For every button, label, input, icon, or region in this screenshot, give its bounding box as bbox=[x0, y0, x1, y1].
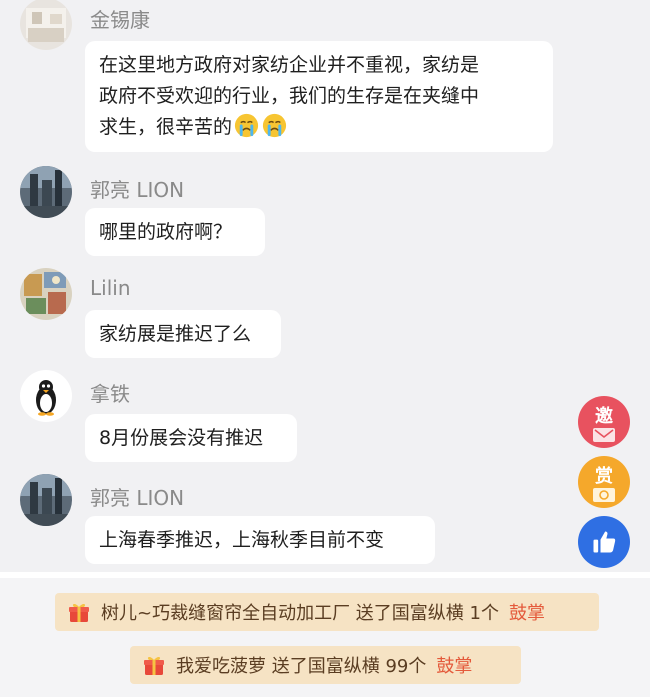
invite-envelope-icon bbox=[593, 428, 615, 442]
gift-notification: 树儿~巧裁缝窗帘全自动加工厂 送了国富纵横 1个 鼓掌 bbox=[55, 593, 599, 631]
avatar-image bbox=[20, 166, 72, 218]
message-bubble[interactable]: 家纺展是推迟了么 bbox=[85, 310, 281, 358]
gift-box-icon bbox=[69, 603, 89, 622]
message-text: 在这里地方政府对家纺企业并不重视，家纺是 bbox=[99, 54, 480, 76]
chat-area[interactable]: 金锡康 在这里地方政府对家纺企业并不重视，家纺是 政府不受欢迎的行业，我们的生存… bbox=[0, 0, 650, 572]
divider bbox=[0, 572, 650, 578]
gift-box-icon bbox=[144, 656, 164, 675]
message-text: 家纺展是推迟了么 bbox=[99, 323, 252, 345]
gift-text: 树儿~巧裁缝窗帘全自动加工厂 送了国富纵横 1个 bbox=[101, 603, 499, 624]
avatar[interactable] bbox=[20, 0, 72, 50]
username: Lilin bbox=[90, 276, 131, 300]
message-text: 哪里的政府啊？ bbox=[99, 221, 233, 243]
message-text: 求生，很辛苦的 bbox=[99, 116, 233, 138]
crying-face-icon bbox=[234, 113, 259, 138]
avatar-image bbox=[20, 474, 72, 526]
thumbs-up-icon bbox=[593, 531, 616, 553]
username: 拿铁 bbox=[90, 382, 130, 406]
avatar[interactable] bbox=[20, 268, 72, 320]
reward-coin-icon bbox=[593, 488, 615, 502]
username: 郭亮 LION bbox=[90, 486, 185, 510]
message-text: 8月份展会没有推迟 bbox=[99, 427, 264, 449]
avatar[interactable] bbox=[20, 474, 72, 526]
like-button[interactable] bbox=[578, 516, 630, 568]
avatar[interactable] bbox=[20, 370, 72, 422]
clap-action[interactable]: 鼓掌 bbox=[509, 599, 545, 625]
message-text: 上海春季推迟，上海秋季目前不变 bbox=[99, 529, 385, 551]
crying-face-icon bbox=[262, 113, 287, 138]
message-bubble[interactable]: 8月份展会没有推迟 bbox=[85, 414, 297, 462]
message-bubble[interactable]: 哪里的政府啊？ bbox=[85, 208, 265, 256]
username: 郭亮 LION bbox=[90, 178, 185, 202]
gift-notification: 我爱吃菠萝 送了国富纵横 99个 鼓掌 bbox=[130, 646, 521, 684]
clap-action[interactable]: 鼓掌 bbox=[436, 652, 472, 678]
gift-text: 我爱吃菠萝 送了国富纵横 99个 bbox=[176, 656, 427, 677]
reward-button[interactable]: 赏 bbox=[578, 456, 630, 508]
message-text: 政府不受欢迎的行业，我们的生存是在夹缝中 bbox=[99, 85, 480, 107]
avatar-image bbox=[20, 268, 72, 320]
reward-label: 赏 bbox=[595, 466, 613, 487]
username: 金锡康 bbox=[90, 8, 150, 32]
message-bubble[interactable]: 在这里地方政府对家纺企业并不重视，家纺是 政府不受欢迎的行业，我们的生存是在夹缝… bbox=[85, 41, 553, 152]
avatar-image bbox=[20, 0, 72, 50]
message-bubble[interactable]: 上海春季推迟，上海秋季目前不变 bbox=[85, 516, 435, 564]
invite-label: 邀 bbox=[595, 406, 613, 427]
gift-feed: 树儿~巧裁缝窗帘全自动加工厂 送了国富纵横 1个 鼓掌 我爱吃菠萝 送了国富纵横… bbox=[0, 572, 650, 697]
penguin-avatar-icon bbox=[20, 370, 72, 422]
avatar[interactable] bbox=[20, 166, 72, 218]
invite-button[interactable]: 邀 bbox=[578, 396, 630, 448]
